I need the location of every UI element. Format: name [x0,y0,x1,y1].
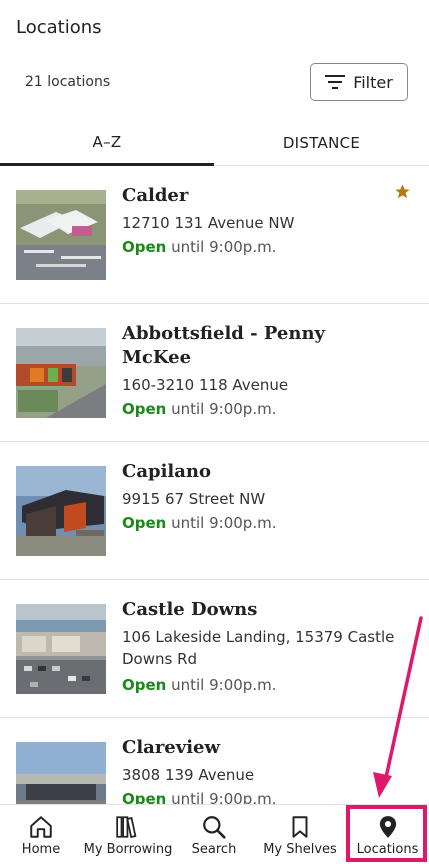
nav-label: Search [191,842,237,857]
page-title: Locations [16,17,102,38]
tab-a-z[interactable]: A–Z [0,120,214,166]
closing-time: until 9:00p.m. [166,400,277,418]
closing-time: until 9:00p.m. [166,676,277,694]
location-name: Castle Downs [122,599,258,620]
location-address: 12710 131 Avenue NW [122,214,295,232]
locations-list[interactable]: Calder 12710 131 Avenue NW Open until 9:… [0,166,429,804]
location-address: 106 Lakeside Landing, 15379 Castle Downs… [122,628,395,668]
location-hours: Open until 9:00p.m. [122,398,276,420]
open-status: Open [122,400,167,418]
nav-item-my-borrowing[interactable]: My Borrowing [82,805,174,864]
location-photo [16,190,106,280]
filter-icon [325,74,346,90]
closing-time: until 9:00p.m. [166,790,277,804]
location-photo [16,604,106,694]
location-count: 21 locations [25,74,111,90]
bookmark-icon [292,816,308,838]
highlight-box [346,805,427,862]
closing-time: until 9:00p.m. [166,514,277,532]
nav-label: My Borrowing [83,842,173,857]
sort-tabs: A–Z DISTANCE [0,120,429,166]
filter-button[interactable]: Filter [310,63,408,101]
nav-item-home[interactable]: Home [0,805,82,864]
books-icon [116,816,137,839]
nav-item-my-shelves[interactable]: My Shelves [254,805,346,864]
open-status: Open [122,790,167,804]
location-hours: Open until 9:00p.m. [122,512,276,534]
location-name: Calder [122,185,189,206]
location-photo [16,466,106,556]
home-icon [30,816,52,838]
location-hours: Open until 9:00p.m. [122,674,276,696]
filter-label: Filter [353,72,393,92]
location-name: Abbottsfield - Penny McKee [122,323,326,368]
location-name: Capilano [122,461,212,482]
location-photo [16,742,106,804]
location-address: 9915 67 Street NW [122,490,266,508]
favorite-star-icon[interactable] [394,183,411,200]
location-hours: Open until 9:00p.m. [122,236,276,258]
location-address: 160-3210 118 Avenue [122,376,289,394]
location-item-abbottsfield[interactable]: Abbottsfield - Penny McKee 160-3210 118 … [0,304,429,442]
open-status: Open [122,676,167,694]
location-item-capilano[interactable]: Capilano 9915 67 Street NW Open until 9:… [0,442,429,580]
nav-label: Home [21,842,61,857]
nav-item-search[interactable]: Search [174,805,254,864]
search-icon [203,816,226,839]
open-status: Open [122,514,167,532]
location-hours: Open until 9:00p.m. [122,788,276,804]
location-name: Clareview [122,737,221,758]
location-item-castle-downs[interactable]: Castle Downs 106 Lakeside Landing, 15379… [0,580,429,718]
closing-time: until 9:00p.m. [166,238,277,256]
location-item-clareview[interactable]: Clareview 3808 139 Avenue Open until 9:0… [0,718,429,804]
tab-distance[interactable]: DISTANCE [214,120,429,166]
nav-label: My Shelves [263,842,337,857]
location-address: 3808 139 Avenue [122,766,255,784]
location-item-calder[interactable]: Calder 12710 131 Avenue NW Open until 9:… [0,166,429,304]
open-status: Open [122,238,167,256]
location-photo [16,328,106,418]
